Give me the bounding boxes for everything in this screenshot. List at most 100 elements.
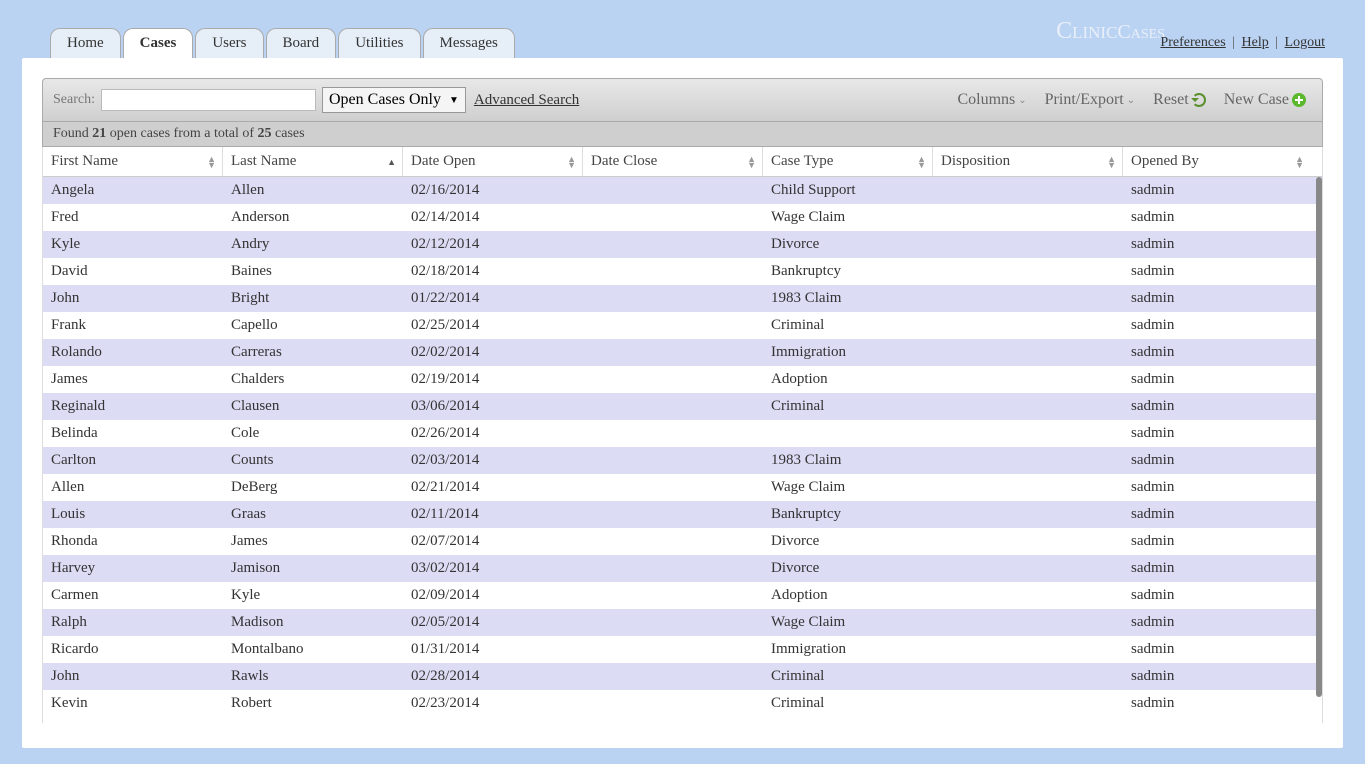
cell-disp: [933, 231, 1123, 258]
cell-first: Frank: [43, 312, 223, 339]
table-row[interactable]: JamesChalders02/19/2014Adoptionsadmin: [43, 366, 1322, 393]
cell-close: [583, 528, 763, 555]
table-row[interactable]: AllenDeBerg02/21/2014Wage Claimsadmin: [43, 474, 1322, 501]
toolbar: Search: Open Cases Only ▼ Advanced Searc…: [42, 78, 1323, 122]
table-row[interactable]: FrankCapello02/25/2014Criminalsadmin: [43, 312, 1322, 339]
table-row[interactable]: JohnBright01/22/20141983 Claimsadmin: [43, 285, 1322, 312]
cell-type: 1983 Claim: [763, 447, 933, 474]
cell-disp: [933, 420, 1123, 447]
advanced-search-link[interactable]: Advanced Search: [474, 92, 579, 109]
table-row[interactable]: LouisGraas02/11/2014Bankruptcysadmin: [43, 501, 1322, 528]
col-header-opened-by[interactable]: Opened By▲▼: [1123, 147, 1310, 176]
sort-icon: ▲▼: [567, 156, 576, 168]
cell-close: [583, 258, 763, 285]
cell-open: 02/21/2014: [403, 474, 583, 501]
table-row[interactable]: FredAnderson02/14/2014Wage Claimsadmin: [43, 204, 1322, 231]
cell-first: Belinda: [43, 420, 223, 447]
tab-home[interactable]: Home: [50, 28, 121, 58]
col-header-last-name[interactable]: Last Name▲: [223, 147, 403, 176]
cell-disp: [933, 474, 1123, 501]
cell-open: 03/02/2014: [403, 555, 583, 582]
table-row[interactable]: AngelaAllen02/16/2014Child Supportsadmin: [43, 177, 1322, 204]
cell-disp: [933, 555, 1123, 582]
cell-type: Bankruptcy: [763, 501, 933, 528]
cell-first: David: [43, 258, 223, 285]
cell-type: Criminal: [763, 663, 933, 690]
search-input[interactable]: [101, 89, 316, 111]
cell-disp: [933, 690, 1123, 717]
cell-first: Carmen: [43, 582, 223, 609]
cell-disp: [933, 285, 1123, 312]
columns-button[interactable]: Columns⌄: [951, 89, 1032, 111]
cell-first: John: [43, 285, 223, 312]
table-row[interactable]: RhondaJames02/07/2014Divorcesadmin: [43, 528, 1322, 555]
table-row[interactable]: CarmenKyle02/09/2014Adoptionsadmin: [43, 582, 1322, 609]
col-header-first-name[interactable]: First Name▲▼: [43, 147, 223, 176]
table-row[interactable]: RicardoMontalbano01/31/2014Immigrationsa…: [43, 636, 1322, 663]
cell-type: Criminal: [763, 690, 933, 717]
tab-board[interactable]: Board: [266, 28, 337, 58]
cell-last: Baines: [223, 258, 403, 285]
cell-by: sadmin: [1123, 231, 1310, 258]
table-row[interactable]: BelindaCole02/26/2014sadmin: [43, 420, 1322, 447]
table-row[interactable]: RalphMadison02/05/2014Wage Claimsadmin: [43, 609, 1322, 636]
cell-by: sadmin: [1123, 420, 1310, 447]
cell-first: Rolando: [43, 339, 223, 366]
table-row[interactable]: CarltonCounts02/03/20141983 Claimsadmin: [43, 447, 1322, 474]
cell-type: Divorce: [763, 231, 933, 258]
cell-by: sadmin: [1123, 474, 1310, 501]
sort-icon: ▲▼: [1107, 156, 1116, 168]
table-row[interactable]: RolandoCarreras02/02/2014Immigrationsadm…: [43, 339, 1322, 366]
help-link[interactable]: Help: [1242, 35, 1269, 50]
cell-type: Criminal: [763, 393, 933, 420]
preferences-link[interactable]: Preferences: [1160, 35, 1225, 50]
cell-open: 02/09/2014: [403, 582, 583, 609]
filter-dropdown[interactable]: Open Cases Only ▼: [322, 87, 466, 113]
table-row[interactable]: KevinRobert02/23/2014Criminalsadmin: [43, 690, 1322, 717]
reset-button[interactable]: Reset: [1147, 89, 1212, 111]
cell-close: [583, 609, 763, 636]
cell-open: 02/11/2014: [403, 501, 583, 528]
cell-disp: [933, 339, 1123, 366]
cell-open: 02/26/2014: [403, 420, 583, 447]
cases-table: First Name▲▼Last Name▲Date Open▲▼Date Cl…: [42, 147, 1323, 723]
cell-last: Chalders: [223, 366, 403, 393]
cell-by: sadmin: [1123, 204, 1310, 231]
col-header-case-type[interactable]: Case Type▲▼: [763, 147, 933, 176]
tab-utilities[interactable]: Utilities: [338, 28, 420, 58]
cell-close: [583, 231, 763, 258]
cell-open: 02/19/2014: [403, 366, 583, 393]
cell-last: Carreras: [223, 339, 403, 366]
app-logo: ClinicCases: [1056, 18, 1165, 45]
cell-type: Immigration: [763, 339, 933, 366]
scrollbar-thumb[interactable]: [1316, 177, 1322, 697]
col-header-date-open[interactable]: Date Open▲▼: [403, 147, 583, 176]
cell-last: Graas: [223, 501, 403, 528]
cell-close: [583, 312, 763, 339]
cell-open: 02/25/2014: [403, 312, 583, 339]
table-row[interactable]: ReginaldClausen03/06/2014Criminalsadmin: [43, 393, 1322, 420]
cell-last: Madison: [223, 609, 403, 636]
table-row[interactable]: HarveyJamison03/02/2014Divorcesadmin: [43, 555, 1322, 582]
logout-link[interactable]: Logout: [1285, 35, 1325, 50]
cell-last: Kyle: [223, 582, 403, 609]
tab-cases[interactable]: Cases: [123, 28, 194, 58]
print-export-button[interactable]: Print/Export⌄: [1039, 89, 1142, 111]
table-row[interactable]: KyleAndry02/12/2014Divorcesadmin: [43, 231, 1322, 258]
scrollbar[interactable]: [1316, 177, 1322, 717]
col-header-disposition[interactable]: Disposition▲▼: [933, 147, 1123, 176]
table-row[interactable]: JohnRawls02/28/2014Criminalsadmin: [43, 663, 1322, 690]
new-case-button[interactable]: New Case: [1218, 89, 1312, 111]
cell-open: 02/02/2014: [403, 339, 583, 366]
cell-disp: [933, 393, 1123, 420]
cell-first: Angela: [43, 177, 223, 204]
cell-first: Ralph: [43, 609, 223, 636]
tab-messages[interactable]: Messages: [423, 28, 515, 58]
tab-users[interactable]: Users: [195, 28, 263, 58]
cell-open: 02/16/2014: [403, 177, 583, 204]
table-body[interactable]: AngelaAllen02/16/2014Child Supportsadmin…: [43, 177, 1322, 723]
cell-last: James: [223, 528, 403, 555]
table-row[interactable]: DavidBaines02/18/2014Bankruptcysadmin: [43, 258, 1322, 285]
cell-disp: [933, 447, 1123, 474]
col-header-date-close[interactable]: Date Close▲▼: [583, 147, 763, 176]
